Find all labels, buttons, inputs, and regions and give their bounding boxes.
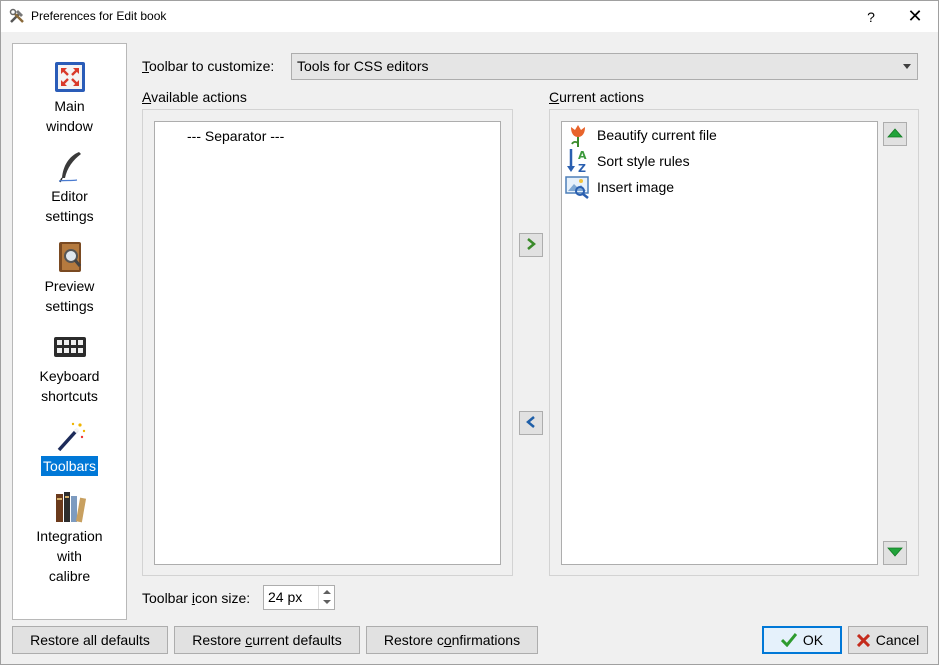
- tulip-icon: [565, 122, 591, 148]
- sidebar-item-label: Toolbars: [41, 456, 98, 476]
- close-button[interactable]: ✕: [892, 1, 938, 32]
- help-button[interactable]: ?: [848, 1, 894, 32]
- sort-az-icon: AZ: [565, 148, 591, 174]
- arrow-up-icon: [887, 126, 903, 142]
- insert-image-icon: [565, 174, 591, 200]
- sidebar-item-label: Main: [54, 98, 85, 114]
- tools-app-icon: [9, 8, 25, 24]
- sidebar-item-label: Editor: [51, 188, 88, 204]
- sidebar-item-label: with: [57, 548, 82, 564]
- spin-down-icon[interactable]: [323, 600, 331, 604]
- list-item-label: Sort style rules: [597, 153, 690, 169]
- restore-current-defaults-button[interactable]: Restore current defaults: [174, 626, 360, 654]
- title-bar: Preferences for Edit book ? ✕: [1, 1, 938, 32]
- list-item-label: Insert image: [597, 179, 675, 195]
- button-label: OK: [802, 632, 824, 648]
- button-label-mnemonic: o: [443, 632, 452, 648]
- sidebar-item-label: window: [46, 118, 93, 134]
- available-actions-group: --- Separator ---: [142, 109, 513, 576]
- sidebar-item-label: calibre: [48, 568, 91, 584]
- quill-icon: [53, 150, 87, 184]
- icon-size-value: 24 px: [268, 589, 303, 605]
- move-up-button[interactable]: [883, 122, 907, 146]
- spin-arrows[interactable]: [318, 586, 334, 609]
- sidebar-item-label: settings: [45, 298, 94, 314]
- available-actions-header: Available actions: [142, 89, 247, 105]
- current-header-text: urrent actions: [559, 89, 644, 105]
- checkmark-icon: [780, 633, 797, 647]
- sidebar-item-label: Preview: [44, 278, 95, 294]
- icon-size-label-a: Toolbar: [142, 590, 192, 606]
- button-label-a: Restore: [192, 632, 246, 648]
- available-actions-list[interactable]: --- Separator ---: [154, 121, 501, 565]
- preview-book-icon: [53, 240, 87, 274]
- chevron-down-icon: [903, 64, 911, 69]
- sidebar-item-label: Keyboard: [39, 368, 100, 384]
- list-item-label: Beautify current file: [597, 127, 717, 143]
- button-label: Restore all defaults: [30, 632, 150, 648]
- available-header-text: vailable actions: [151, 89, 247, 105]
- toolbar-select-label-mnemonic: T: [142, 58, 149, 74]
- list-item[interactable]: Insert image: [562, 174, 674, 200]
- sidebar-item-toolbars[interactable]: Toolbars: [13, 420, 126, 476]
- svg-text:A: A: [578, 149, 587, 162]
- button-label: Restore current defaults: [192, 632, 341, 648]
- sidebar-item-editor-settings[interactable]: Editor settings: [13, 150, 126, 226]
- current-actions-header: Current actions: [549, 89, 644, 105]
- arrow-down-icon: [887, 545, 903, 561]
- current-actions-group: Beautify current file AZ Sort style rule…: [549, 109, 919, 576]
- magic-wand-icon: [53, 420, 87, 454]
- button-label-b: urrent defaults: [252, 632, 342, 648]
- spin-up-icon[interactable]: [323, 590, 331, 594]
- sidebar-item-label: shortcuts: [41, 388, 98, 404]
- svg-text:Z: Z: [578, 162, 586, 174]
- available-header-mnemonic: A: [142, 89, 152, 105]
- chevron-left-icon: [525, 415, 537, 431]
- main-window-icon: [53, 60, 87, 94]
- toolbar-select-label: Toolbar to customize:: [142, 58, 274, 74]
- button-label: Cancel: [875, 632, 920, 648]
- list-item[interactable]: --- Separator ---: [187, 123, 284, 149]
- ok-button[interactable]: OK: [762, 626, 842, 654]
- list-item[interactable]: AZ Sort style rules: [562, 148, 690, 174]
- current-header-mnemonic: C: [549, 89, 560, 105]
- cross-icon: [856, 633, 870, 647]
- chevron-right-icon: [525, 237, 537, 253]
- books-icon: [53, 490, 87, 524]
- list-item-label: --- Separator ---: [187, 128, 285, 144]
- restore-confirmations-button[interactable]: Restore confirmations: [366, 626, 538, 654]
- button-label-b: nfirmations: [451, 632, 521, 648]
- move-down-button[interactable]: [883, 541, 907, 565]
- cancel-button[interactable]: Cancel: [848, 626, 928, 654]
- preferences-dialog: Preferences for Edit book ? ✕ Main windo…: [0, 0, 939, 665]
- sidebar-item-label: settings: [45, 208, 94, 224]
- add-action-button[interactable]: [519, 233, 543, 257]
- restore-all-defaults-button[interactable]: Restore all defaults: [12, 626, 168, 654]
- keyboard-icon: [53, 330, 87, 364]
- button-label-a: Restore c: [383, 632, 444, 648]
- current-actions-list[interactable]: Beautify current file AZ Sort style rule…: [561, 121, 878, 565]
- list-item[interactable]: Beautify current file: [562, 122, 717, 148]
- preferences-sidebar: Main window Editor settings Preview sett…: [12, 43, 127, 620]
- toolbar-select-value: Tools for CSS editors: [297, 58, 429, 74]
- sidebar-item-keyboard-shortcuts[interactable]: Keyboard shortcuts: [13, 330, 126, 406]
- sidebar-item-preview-settings[interactable]: Preview settings: [13, 240, 126, 316]
- window-title: Preferences for Edit book: [31, 9, 167, 23]
- icon-size-label-b: con size:: [194, 590, 251, 606]
- icon-size-label: Toolbar icon size:: [142, 590, 250, 606]
- sidebar-item-integration[interactable]: Integration with calibre: [13, 490, 126, 586]
- sidebar-item-label: Integration: [36, 528, 103, 544]
- icon-size-spinbox[interactable]: 24 px: [263, 585, 335, 610]
- toolbar-select-label-text: oolbar to customize:: [149, 58, 275, 74]
- remove-action-button[interactable]: [519, 411, 543, 435]
- button-label: Restore confirmations: [384, 632, 520, 648]
- sidebar-item-main-window[interactable]: Main window: [13, 60, 126, 136]
- toolbar-select[interactable]: Tools for CSS editors: [291, 53, 918, 80]
